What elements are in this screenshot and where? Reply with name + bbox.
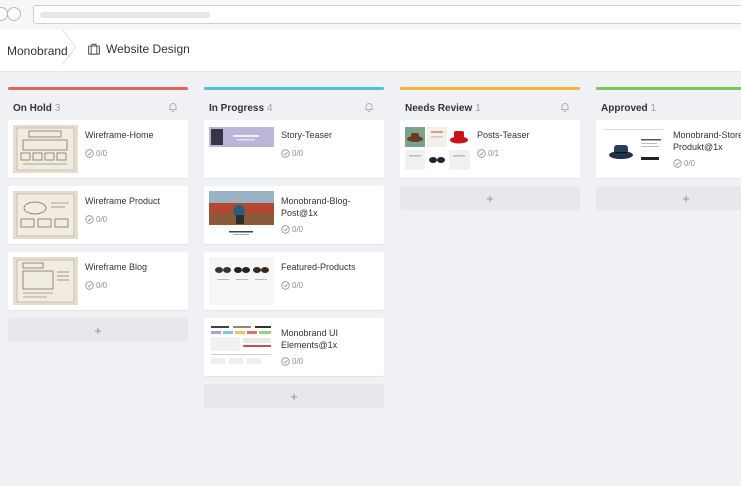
add-card-button[interactable]: + [8, 318, 188, 342]
card[interactable]: Wireframe Product 0/0 [8, 186, 188, 244]
card-thumbnail [13, 125, 78, 173]
check-circle-icon [477, 149, 486, 158]
check-circle-icon [673, 159, 682, 168]
card[interactable]: Wireframe Blog 0/0 [8, 252, 188, 310]
check-circle-icon [281, 281, 290, 290]
card-thumbnail [209, 257, 274, 305]
card-thumbnail [13, 257, 78, 305]
app-header: Monobrand Website Design [0, 30, 741, 72]
window-control-icon[interactable] [7, 7, 21, 21]
card-thumbnail [601, 125, 666, 173]
column-title: Approved [601, 103, 648, 114]
card[interactable]: Monobrand-Store-Produkt@1x 0/0 [596, 120, 741, 178]
card-title: Monobrand-Blog-Post@1x [281, 196, 351, 218]
column-in-progress: In Progress 4 Story-Teaser 0/0 Monobrand… [204, 87, 384, 408]
card[interactable]: Monobrand UI Elements@1x 0/0 [204, 318, 384, 376]
column-needs-review: Needs Review 1 Posts-Teaser 0/1 + [400, 87, 580, 210]
card-meta-count: 0/1 [488, 149, 500, 158]
column-count: 1 [650, 103, 657, 114]
address-bar[interactable] [33, 5, 741, 24]
column-count: 4 [267, 103, 273, 114]
column-title: Needs Review [405, 103, 473, 114]
card[interactable]: Featured-Products 0/0 [204, 252, 384, 310]
briefcase-icon [88, 43, 100, 55]
card[interactable]: Wireframe-Home 0/0 [8, 120, 188, 178]
breadcrumb-separator [62, 30, 78, 72]
card-meta-count: 0/0 [96, 215, 108, 224]
card-title: Posts-Teaser [477, 130, 530, 140]
add-card-button[interactable]: + [400, 186, 580, 210]
card-title: Wireframe-Home [85, 130, 154, 140]
column-approved: Approved 1 Monobrand-Store-Produkt@1x 0/0… [596, 87, 741, 210]
check-circle-icon [281, 357, 290, 366]
card-title: Monobrand-Store-Produkt@1x [673, 130, 741, 152]
check-circle-icon [85, 215, 94, 224]
column-title: In Progress [209, 103, 265, 114]
card-title: Monobrand UI Elements@1x [281, 328, 339, 350]
card-thumbnail [209, 125, 274, 173]
card-thumbnail [13, 191, 78, 239]
card-meta-count: 0/0 [292, 357, 304, 366]
card-thumbnail [209, 191, 274, 239]
card[interactable]: Posts-Teaser 0/1 [400, 120, 580, 178]
add-card-button[interactable]: + [204, 384, 384, 408]
card-meta-count: 0/0 [292, 281, 304, 290]
column-header: On Hold 3 [8, 90, 188, 120]
project-title: Website Design [106, 42, 190, 56]
breadcrumb-brand[interactable]: Monobrand [7, 44, 68, 58]
column-header: In Progress 4 [204, 90, 384, 120]
card-thumbnail [209, 323, 274, 371]
check-circle-icon [281, 149, 290, 158]
browser-chrome [0, 0, 741, 30]
card-title: Featured-Products [281, 262, 356, 272]
card-meta-count: 0/0 [96, 149, 108, 158]
bell-icon[interactable] [364, 102, 374, 112]
bell-icon[interactable] [560, 102, 570, 112]
check-circle-icon [85, 149, 94, 158]
column-title: On Hold [13, 103, 52, 114]
check-circle-icon [85, 281, 94, 290]
card-meta-count: 0/0 [292, 225, 304, 234]
bell-icon[interactable] [168, 102, 178, 112]
column-header: Needs Review 1 [400, 90, 580, 120]
address-bar-url-placeholder [40, 12, 210, 18]
card-title: Wireframe Blog [85, 262, 148, 272]
add-card-button[interactable]: + [596, 186, 741, 210]
column-count: 3 [54, 103, 61, 114]
check-circle-icon [281, 225, 290, 234]
column-count: 1 [475, 103, 481, 114]
card-meta-count: 0/0 [684, 159, 696, 168]
column-header: Approved 1 [596, 90, 741, 120]
card-title: Story-Teaser [281, 130, 333, 140]
card[interactable]: Story-Teaser 0/0 [204, 120, 384, 178]
column-on-hold: On Hold 3 Wireframe-Home 0/0 Wireframe P… [8, 87, 188, 342]
card-title: Wireframe Product [85, 196, 161, 206]
card-meta-count: 0/0 [292, 149, 304, 158]
card-meta-count: 0/0 [96, 281, 108, 290]
card-thumbnail [405, 125, 470, 173]
breadcrumb-project[interactable]: Website Design [88, 42, 190, 56]
card[interactable]: Monobrand-Blog-Post@1x 0/0 [204, 186, 384, 244]
